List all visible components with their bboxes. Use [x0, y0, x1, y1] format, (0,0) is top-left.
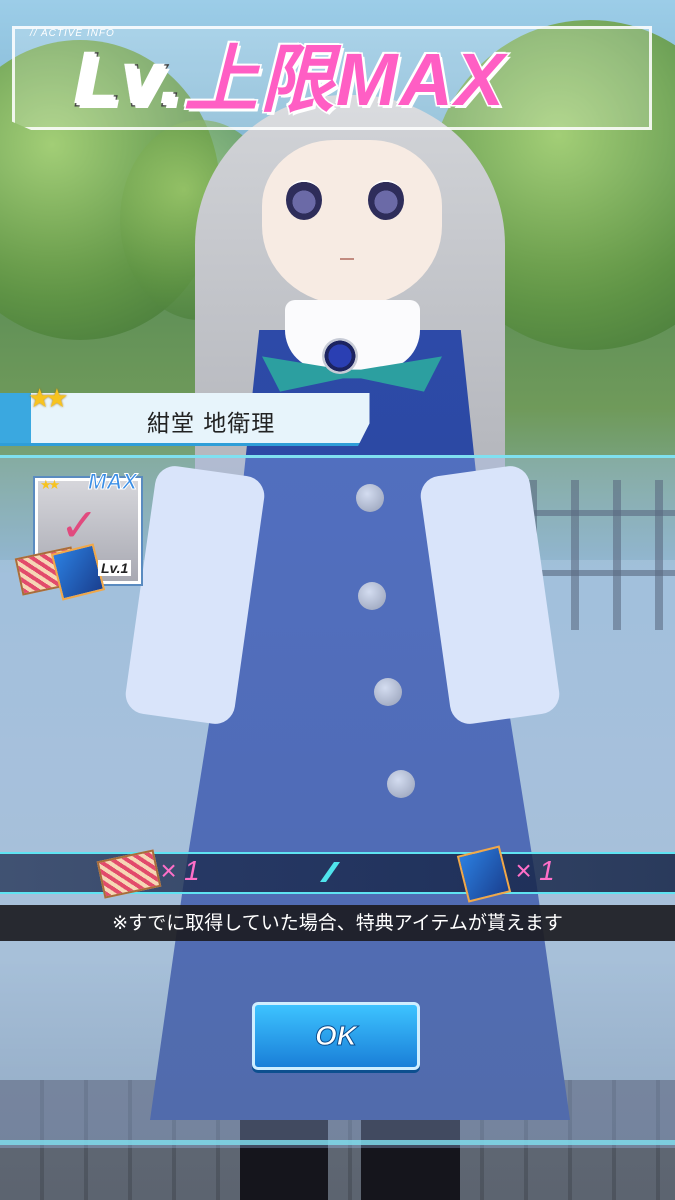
bonus-notice: ※すでに取得していた場合、特典アイテムが貰えます: [0, 905, 675, 941]
reward-count-book: × 1: [515, 855, 555, 886]
card-level-label: Lv.1: [98, 560, 132, 576]
check-icon: ✓: [60, 498, 99, 552]
character-right-eye: [368, 180, 404, 220]
character-mouth: [340, 258, 354, 260]
ok-button[interactable]: OK: [252, 1002, 420, 1070]
title-prefix: Lv.: [74, 37, 184, 123]
panel-bottom-edge: [0, 1140, 675, 1145]
character-brooch: [322, 338, 358, 374]
card-max-label: MAX: [88, 469, 138, 495]
level-max-title: Lv.上限MAX: [74, 30, 507, 130]
rarity-stars-icon: ★★: [28, 384, 69, 414]
title-main: 上限MAX: [182, 37, 507, 123]
character-name: 紺堂 地衛理: [147, 411, 276, 437]
character-left-eye: [286, 180, 322, 220]
card-stars-icon: ★★: [40, 478, 60, 493]
character-face: [262, 140, 442, 305]
reward-count-ticket: × 1: [160, 855, 200, 886]
